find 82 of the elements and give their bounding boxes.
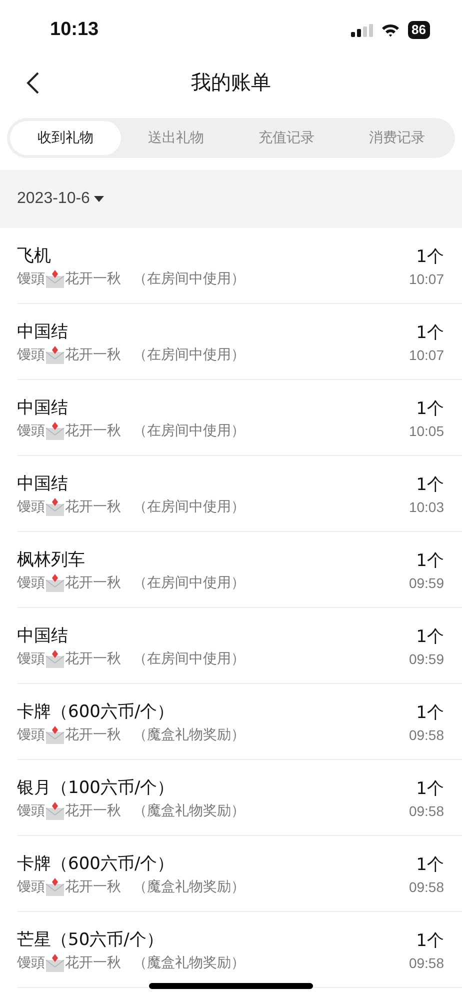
gift-source: （在房间中使用）: [133, 498, 245, 516]
record-time: 09:59: [408, 574, 444, 590]
gift-count: 1个: [416, 246, 444, 268]
envelope-icon: [45, 270, 65, 288]
sender-name: 馒頭: [17, 574, 45, 592]
tab[interactable]: 消费记录: [342, 121, 452, 155]
sender-name: 馒頭: [17, 878, 45, 896]
gift-name: 枫林列车: [17, 548, 86, 570]
sender-name: 馒頭: [17, 498, 45, 516]
tab[interactable]: 送出礼物: [120, 121, 231, 155]
sender-name: 花开一秋: [65, 802, 121, 820]
record-time: 09:58: [408, 726, 444, 742]
record-time: 10:03: [408, 498, 444, 514]
wifi-icon: [380, 23, 400, 37]
gift-source: （魔盒礼物奖励）: [133, 954, 245, 972]
sender-name: 馒頭: [17, 650, 45, 668]
envelope-icon: [45, 726, 65, 744]
gift-count: 1个: [416, 398, 444, 420]
sender-name: 花开一秋: [65, 574, 121, 592]
record-time: 09:58: [408, 802, 444, 818]
sender-name: 花开一秋: [65, 726, 121, 744]
signal-icon: [350, 24, 373, 36]
gift-count: 1个: [416, 626, 444, 648]
gift-name: 飞机: [17, 244, 52, 266]
caret-icon: [94, 196, 104, 202]
gift-source: （在房间中使用）: [133, 422, 245, 440]
sender-name: 馒頭: [17, 726, 45, 744]
tab[interactable]: 充值记录: [231, 121, 342, 155]
sender-name: 馒頭: [17, 802, 45, 820]
tab[interactable]: 收到礼物: [10, 121, 120, 155]
gift-name: 银月（100六币/个）: [17, 776, 176, 798]
gift-name: 卡牌（600六币/个）: [17, 852, 176, 874]
date-dropdown[interactable]: 2023-10-6: [17, 190, 104, 208]
envelope-icon: [45, 346, 65, 364]
envelope-icon: [45, 802, 65, 820]
gift-count: 1个: [416, 854, 444, 876]
sender-name: 花开一秋: [65, 650, 121, 668]
record-time: 10:05: [408, 422, 444, 438]
gift-name: 中国结: [17, 396, 69, 418]
sender-name: 馒頭: [17, 422, 45, 440]
sender-name: 花开一秋: [65, 498, 121, 516]
gift-name: 芒星（50六币/个）: [17, 928, 164, 950]
envelope-icon: [45, 650, 65, 668]
gift-source: （魔盒礼物奖励）: [133, 878, 245, 896]
gift-name: 中国结: [17, 320, 69, 342]
record-time: 09:58: [408, 878, 444, 894]
status-time: 10:13: [50, 19, 99, 41]
gift-source: （魔盒礼物奖励）: [133, 726, 245, 744]
envelope-icon: [45, 574, 65, 592]
gift-count: 1个: [416, 550, 444, 572]
sender-name: 馒頭: [17, 346, 45, 364]
record-time: 10:07: [408, 270, 444, 286]
sender-name: 馒頭: [17, 954, 45, 972]
gift-count: 1个: [416, 778, 444, 800]
gift-name: 卡牌（600六币/个）: [17, 700, 176, 722]
record-time: 09:58: [408, 954, 444, 970]
sender-name: 馒頭: [17, 270, 45, 288]
envelope-icon: [45, 498, 65, 516]
sender-name: 花开一秋: [65, 422, 121, 440]
gift-count: 1个: [416, 702, 444, 724]
back-icon[interactable]: [26, 71, 40, 95]
sender-name: 花开一秋: [65, 954, 121, 972]
sender-name: 花开一秋: [65, 878, 121, 896]
envelope-icon: [45, 422, 65, 440]
envelope-icon: [45, 954, 65, 972]
sender-name: 花开一秋: [65, 346, 121, 364]
gift-source: （在房间中使用）: [133, 346, 245, 364]
battery-level: 86: [408, 21, 430, 39]
gift-count: 1个: [416, 474, 444, 496]
gift-count: 1个: [416, 322, 444, 344]
envelope-icon: [45, 878, 65, 896]
page-title: 我的账单: [191, 69, 271, 96]
sender-name: 花开一秋: [65, 270, 121, 288]
gift-name: 中国结: [17, 472, 69, 494]
gift-source: （在房间中使用）: [133, 270, 245, 288]
gift-count: 1个: [416, 930, 444, 952]
gift-source: （在房间中使用）: [133, 574, 245, 592]
record-time: 09:59: [408, 650, 444, 666]
gift-source: （魔盒礼物奖励）: [133, 802, 245, 820]
gift-source: （在房间中使用）: [133, 650, 245, 668]
gift-name: 中国结: [17, 624, 69, 646]
record-time: 10:07: [408, 346, 444, 362]
